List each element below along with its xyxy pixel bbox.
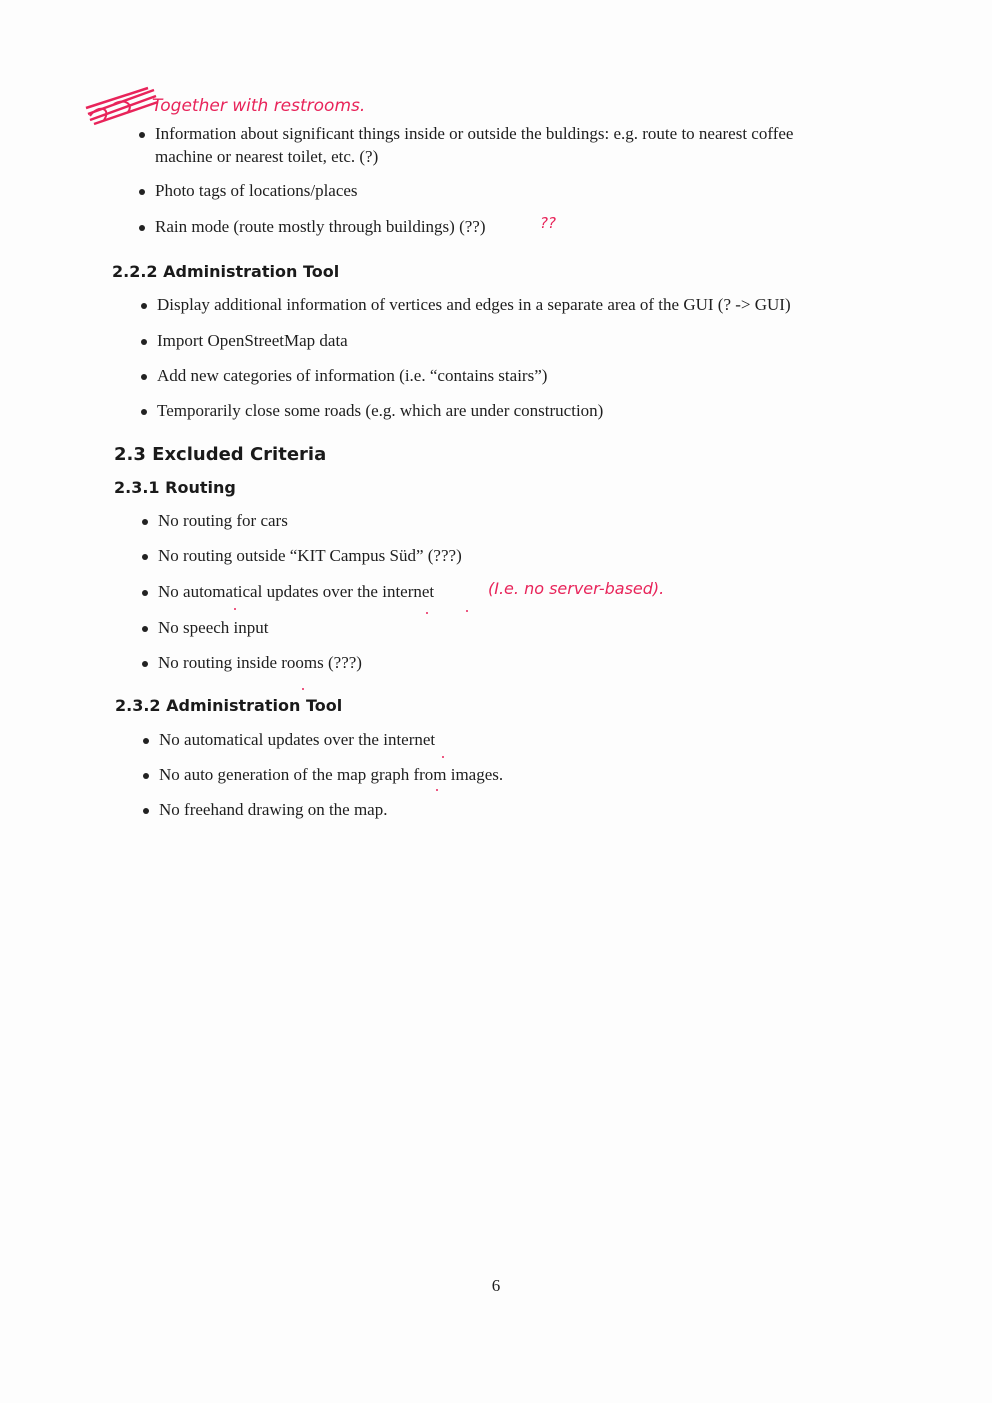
section-heading-2-3-2: 2.3.2 Administration Tool	[115, 696, 343, 715]
document-page: Together with restrooms. Information abo…	[0, 0, 992, 1403]
handwritten-annotation-qq: ??	[540, 214, 556, 232]
list-item: Import OpenStreetMap data	[157, 331, 348, 350]
list-item: No freehand drawing on the map.	[159, 800, 388, 819]
bullet	[141, 409, 147, 415]
bullet	[141, 374, 147, 380]
bullet	[143, 808, 149, 814]
pen-mark	[426, 612, 428, 614]
list-item: No speech input	[158, 618, 269, 637]
list-item: No routing for cars	[158, 511, 288, 530]
pen-mark	[302, 688, 304, 690]
list-item: Add new categories of information (i.e. …	[157, 366, 548, 385]
bullet	[142, 626, 148, 632]
list-item: Temporarily close some roads (e.g. which…	[157, 401, 604, 420]
list-item: Rain mode (route mostly through building…	[155, 217, 486, 236]
list-item: Display additional information of vertic…	[157, 295, 791, 314]
bullet	[143, 738, 149, 744]
section-heading-2-3: 2.3 Excluded Criteria	[114, 444, 327, 465]
pen-mark	[234, 608, 236, 610]
section-heading-2-3-1: 2.3.1 Routing	[114, 478, 236, 497]
bullet	[142, 590, 148, 596]
list-item: No automatical updates over the internet	[158, 582, 435, 601]
section-heading-2-2-2: 2.2.2 Administration Tool	[112, 262, 340, 281]
bullet	[142, 554, 148, 560]
bullet	[143, 773, 149, 779]
pen-mark	[442, 756, 444, 758]
page-number: 6	[491, 1276, 501, 1295]
bullet	[142, 661, 148, 667]
handwritten-annotation-ie: (I.e. no server-based).	[488, 579, 665, 598]
bullet	[139, 132, 145, 138]
bullet	[142, 519, 148, 525]
list-item: No auto generation of the map graph from…	[159, 765, 504, 784]
handwritten-annotation-together: Together with restrooms.	[152, 96, 366, 116]
pen-mark	[436, 789, 438, 791]
bullet	[141, 303, 147, 309]
list-item: No routing outside “KIT Campus Süd” (???…	[158, 546, 462, 565]
list-item: Information about significant things ins…	[155, 124, 794, 143]
bullet	[139, 189, 145, 195]
list-item: No automatical updates over the internet	[159, 730, 436, 749]
list-item-continuation: machine or nearest toilet, etc. (?)	[155, 147, 379, 166]
bullet	[141, 339, 147, 345]
bullet	[139, 225, 145, 231]
pen-mark	[466, 610, 468, 612]
list-item: Photo tags of locations/places	[155, 181, 358, 200]
list-item: No routing inside rooms (???)	[158, 653, 362, 672]
